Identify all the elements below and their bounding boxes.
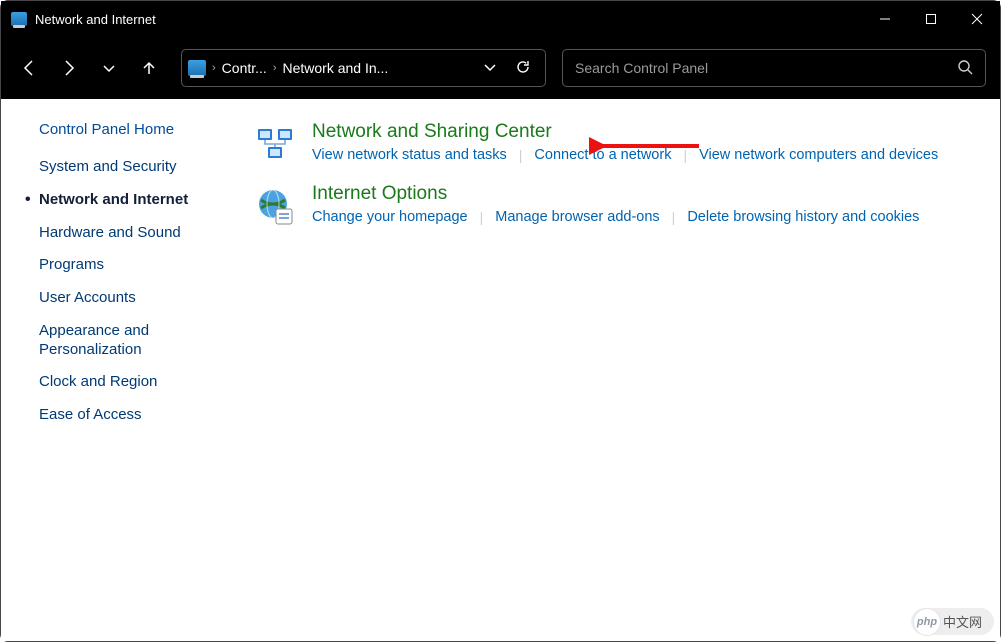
recent-locations-button[interactable]	[95, 48, 123, 88]
separator: |	[468, 209, 496, 225]
separator: |	[671, 147, 699, 163]
control-panel-home-link[interactable]: Control Panel Home	[39, 121, 246, 138]
chevron-right-icon[interactable]: ›	[271, 62, 279, 74]
sidebar: Control Panel Home System and Security N…	[1, 121, 256, 641]
titlebar-left: Network and Internet	[1, 12, 156, 27]
category-title-link[interactable]: Network and Sharing Center	[312, 121, 552, 143]
close-button[interactable]	[954, 1, 1000, 37]
sublink-view-computers[interactable]: View network computers and devices	[699, 147, 938, 163]
network-sharing-icon	[256, 125, 296, 165]
sidebar-item-appearance[interactable]: Appearance and Personalization	[39, 322, 246, 360]
search-box[interactable]	[562, 49, 986, 87]
category-internet-options: Internet Options Change your homepage | …	[256, 183, 970, 227]
titlebar: Network and Internet	[1, 1, 1000, 37]
separator: |	[507, 147, 535, 163]
sidebar-item-programs[interactable]: Programs	[39, 256, 246, 275]
sublink-change-homepage[interactable]: Change your homepage	[312, 209, 468, 225]
forward-button[interactable]	[55, 48, 83, 88]
app-icon	[11, 12, 27, 26]
toolbar: › Contr... › Network and In...	[1, 37, 1000, 99]
search-icon[interactable]	[957, 59, 973, 78]
window-title: Network and Internet	[35, 12, 156, 27]
watermark-text: 中文网	[943, 612, 982, 631]
breadcrumb-part[interactable]: Network and In...	[282, 60, 388, 76]
category-network-sharing: Network and Sharing Center View network …	[256, 121, 970, 165]
watermark: php 中文网	[911, 608, 994, 635]
sublink-delete-history[interactable]: Delete browsing history and cookies	[687, 209, 919, 225]
minimize-button[interactable]	[862, 1, 908, 37]
sublink-connect-network[interactable]: Connect to a network	[534, 147, 671, 163]
sidebar-item-network-internet[interactable]: Network and Internet	[39, 191, 246, 210]
window-controls	[862, 1, 1000, 37]
watermark-badge: php	[913, 608, 941, 636]
main-pane: Network and Sharing Center View network …	[256, 121, 1000, 641]
sublink-manage-addons[interactable]: Manage browser add-ons	[495, 209, 659, 225]
internet-options-icon	[256, 187, 296, 227]
sidebar-item-hardware-sound[interactable]: Hardware and Sound	[39, 224, 246, 243]
search-input[interactable]	[575, 60, 957, 76]
sidebar-item-user-accounts[interactable]: User Accounts	[39, 289, 246, 308]
location-icon	[188, 60, 206, 76]
category-title-link[interactable]: Internet Options	[312, 183, 447, 205]
sidebar-item-system-security[interactable]: System and Security	[39, 158, 246, 177]
maximize-button[interactable]	[908, 1, 954, 37]
refresh-button[interactable]	[515, 59, 531, 78]
sidebar-item-clock-region[interactable]: Clock and Region	[39, 373, 246, 392]
separator: |	[660, 209, 688, 225]
chevron-right-icon[interactable]: ›	[210, 62, 218, 74]
chevron-down-icon[interactable]	[483, 60, 497, 77]
breadcrumb-part[interactable]: Contr...	[222, 60, 267, 76]
back-button[interactable]	[15, 48, 43, 88]
up-button[interactable]	[135, 48, 163, 88]
content-area: Control Panel Home System and Security N…	[1, 99, 1000, 641]
address-bar[interactable]: › Contr... › Network and In...	[181, 49, 546, 87]
sublink-view-status[interactable]: View network status and tasks	[312, 147, 507, 163]
sidebar-item-ease-of-access[interactable]: Ease of Access	[39, 406, 246, 425]
